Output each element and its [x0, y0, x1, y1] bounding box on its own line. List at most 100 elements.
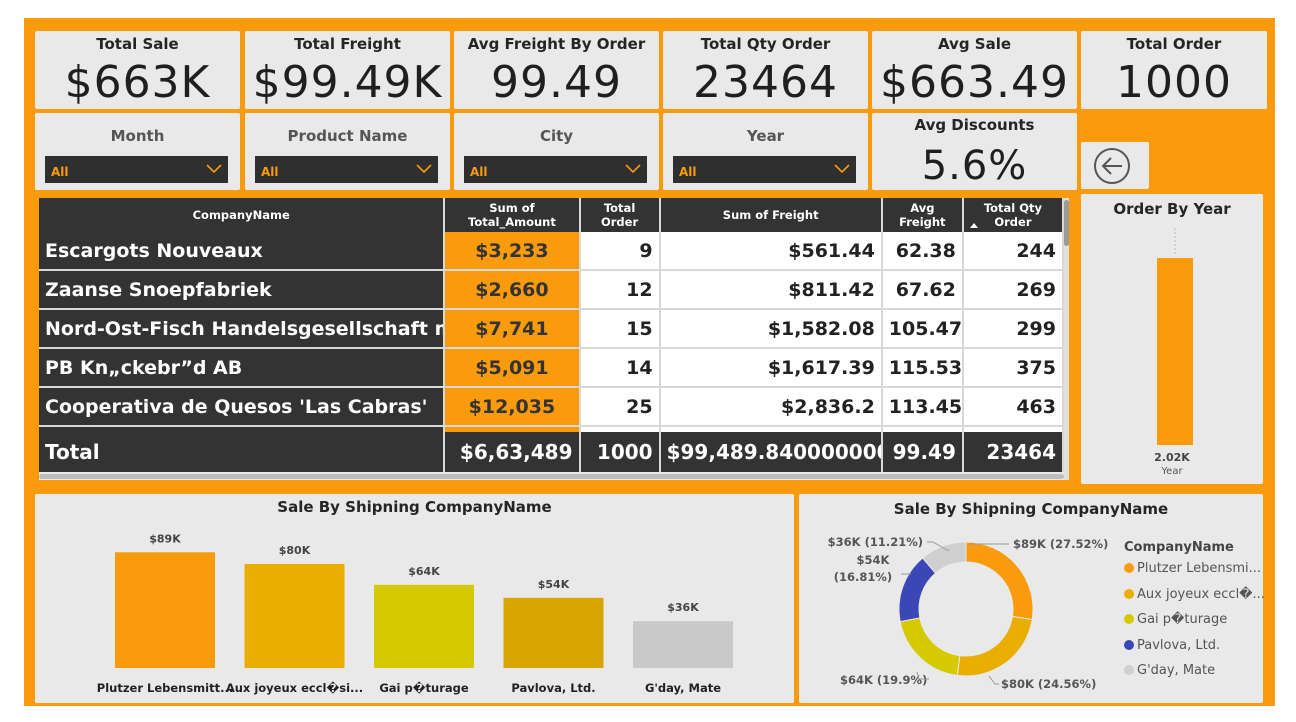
- table-total-row: Total $6,63,489 1000 $99,489.84000000001…: [39, 432, 1065, 472]
- slice-label: $54K (16.81%): [834, 553, 892, 584]
- back-arrow-icon: [1094, 148, 1130, 184]
- kpi-avg-discounts: Avg Discounts 5.6%: [872, 113, 1077, 190]
- legend-item[interactable]: Plutzer Lebensmi...: [1124, 561, 1261, 576]
- donut-slice[interactable]: [956, 615, 1033, 677]
- table-row[interactable]: Escargots Nouveaux $3,233 9 $561.44 62.3…: [39, 232, 1065, 271]
- legend-item[interactable]: Pavlova, Ltd.: [1124, 638, 1220, 653]
- column-header[interactable]: CompanyName: [39, 198, 446, 232]
- legend-title: CompanyName: [1124, 540, 1234, 555]
- legend-item[interactable]: G'day, Mate: [1124, 663, 1215, 678]
- kpi-value: 5.6%: [921, 143, 1028, 189]
- slice-label: $89K (27.52%): [1013, 537, 1108, 551]
- kpi-avg-freight-by-order: Avg Freight By Order 99.49: [454, 31, 659, 109]
- avg-freight-cell: 67.62: [881, 270, 964, 310]
- slicer-title: Month: [110, 127, 165, 145]
- product-name-dropdown[interactable]: All: [255, 156, 438, 183]
- horizontal-scrollbar[interactable]: [39, 474, 1064, 479]
- bar-value-label: $54K: [538, 578, 570, 591]
- legend-label: Pavlova, Ltd.: [1137, 637, 1221, 653]
- kpi-total-qty-order: Total Qty Order 23464: [663, 31, 868, 109]
- slice-label: $64K (19.9%): [840, 673, 927, 687]
- kpi-title: Total Sale: [96, 35, 179, 53]
- company-cell: Cooperativa de Quesos 'Las Cabras': [39, 387, 446, 427]
- legend-item[interactable]: Gai p�turage: [1124, 612, 1227, 627]
- kpi-total-sale: Total Sale $663K: [35, 31, 240, 109]
- legend-item[interactable]: Aux joyeux eccl�...: [1124, 587, 1265, 602]
- total-orders: 1000: [579, 432, 661, 472]
- slicer-city: City All: [454, 113, 659, 190]
- category-label: Pavlova, Ltd.: [511, 681, 595, 695]
- table-row[interactable]: Zaanse Snoepfabriek $2,660 12 $811.42 67…: [39, 270, 1065, 310]
- total-freight: $99,489.84000000001: [659, 432, 883, 472]
- order-by-year-plot: [1157, 228, 1193, 445]
- company-cell: PB Kn„ckebr”d AB: [39, 348, 446, 388]
- bar[interactable]: [633, 621, 733, 668]
- qty-cell: 244: [962, 232, 1065, 271]
- amount-cell: $7,741: [444, 309, 581, 349]
- bar-value-label: $89K: [149, 532, 181, 545]
- orders-cell: 15: [579, 309, 661, 349]
- orders-cell: 25: [579, 387, 661, 427]
- company-cell: Escargots Nouveaux: [39, 232, 446, 271]
- orders-cell: 9: [579, 232, 661, 271]
- kpi-value: $663K: [64, 57, 211, 108]
- dropdown-value: All: [261, 165, 279, 179]
- amount-cell: $2,660: [444, 270, 581, 310]
- kpi-total-order: Total Order 1000: [1081, 31, 1267, 109]
- bar[interactable]: [115, 552, 215, 668]
- category-label: G'day, Mate: [645, 681, 721, 695]
- legend-marker: [1124, 639, 1134, 650]
- kpi-value: 1000: [1116, 57, 1232, 108]
- total-avg-freight: 99.49: [881, 432, 964, 472]
- bar[interactable]: [503, 597, 604, 668]
- donut-slice[interactable]: [965, 541, 1034, 621]
- dropdown-value: All: [470, 165, 488, 179]
- kpi-title: Avg Freight By Order: [467, 35, 646, 53]
- column-header[interactable]: Sum of Freight: [659, 198, 883, 232]
- chevron-down-icon: [834, 164, 850, 174]
- axis-label: Year: [1161, 466, 1183, 477]
- kpi-title: Avg Discounts: [914, 116, 1035, 134]
- scrollbar-thumb[interactable]: [1064, 200, 1069, 246]
- table-row[interactable]: Nord-Ost-Fisch Handelsgesellschaft mbH $…: [39, 309, 1065, 349]
- table-row[interactable]: PB Kn„ckebr”d AB $5,091 14 $1,617.39 115…: [39, 348, 1065, 388]
- column-header[interactable]: Sum of Total_Amount: [444, 198, 581, 232]
- slicer-year: Year All: [663, 113, 868, 190]
- bar[interactable]: [244, 564, 345, 668]
- bar-label: 2.02K: [1154, 451, 1190, 464]
- chevron-down-icon: [625, 164, 641, 174]
- table-row[interactable]: Cooperativa de Quesos 'Las Cabras' $12,0…: [39, 387, 1065, 427]
- avg-freight-cell: 113.45: [881, 387, 964, 427]
- column-header[interactable]: Total Order: [579, 198, 661, 232]
- year-bar[interactable]: [1157, 258, 1193, 445]
- avg-freight-cell: 115.53: [881, 348, 964, 388]
- kpi-value: 99.49: [491, 57, 622, 108]
- sale-by-shipping-bar-chart: Sale By Shipning CompanyName $89K Plutzer…: [35, 494, 794, 703]
- sale-by-shipping-donut-chart: Sale By Shipning CompanyName $89K (27.52…: [799, 494, 1265, 703]
- legend-marker: [1124, 614, 1134, 624]
- month-dropdown[interactable]: All: [45, 156, 228, 183]
- vertical-scrollbar[interactable]: [1064, 198, 1069, 480]
- city-dropdown[interactable]: All: [464, 156, 647, 183]
- year-dropdown[interactable]: All: [673, 156, 856, 183]
- amount-cell: $3,233: [444, 232, 581, 271]
- donut-slice[interactable]: [899, 617, 961, 676]
- column-header[interactable]: Avg Freight: [881, 198, 964, 232]
- category-label: Plutzer Lebensmitt...: [97, 681, 233, 695]
- column-header-sorted[interactable]: Total Qty Order: [962, 198, 1065, 232]
- category-label: Aux joyeux eccl�si...: [226, 681, 363, 695]
- chevron-down-icon: [206, 164, 222, 174]
- freight-cell: $2,836.2: [659, 387, 883, 427]
- dropdown-value: All: [679, 165, 697, 179]
- amount-cell: $12,035: [444, 387, 581, 427]
- bar-value-label: $80K: [279, 544, 311, 557]
- orders-cell: 12: [579, 270, 661, 310]
- company-cell: Zaanse Snoepfabriek: [39, 270, 446, 310]
- legend-marker: [1124, 563, 1134, 573]
- back-button[interactable]: [1081, 142, 1149, 189]
- kpi-value: $663.49: [880, 57, 1069, 108]
- donut-plot: $89K (27.52%) $80K (24.56%) $64K (19.9%) $5…: [828, 535, 1109, 691]
- company-cell: Nord-Ost-Fisch Handelsgesellschaft mbH: [39, 309, 446, 349]
- bar[interactable]: [374, 584, 474, 668]
- qty-cell: 299: [962, 309, 1065, 349]
